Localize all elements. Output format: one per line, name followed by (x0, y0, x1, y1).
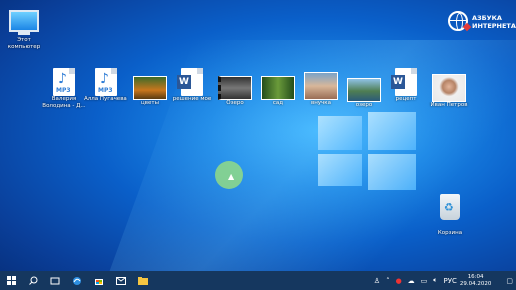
desktop-icon-photo-granddaughter[interactable]: внучка (299, 70, 343, 107)
record-icon[interactable]: ● (396, 277, 402, 285)
brand-line2: ИНТЕРНЕТА (472, 22, 516, 30)
desktop-icon-label: рецепт (395, 96, 417, 102)
mail-icon[interactable] (110, 271, 132, 290)
person-icon[interactable]: ♙ (374, 277, 380, 285)
desktop-icon-photo-ivan[interactable]: Иван Петров (427, 72, 471, 109)
taskbar: ♙ ˄ ● ☁ ▭ 🔈︎ РУС 16:04 29.04.2020 ▢ (0, 271, 516, 290)
brand-line1: АЗБУКА (472, 14, 502, 22)
clock[interactable]: 16:04 29.04.2020 (460, 274, 492, 288)
desktop-icon-label: Иван Петров (430, 102, 468, 108)
clock-time: 16:04 (467, 273, 484, 280)
volume-icon[interactable]: 🔈︎ (433, 276, 437, 285)
desktop-icon-photo-garden[interactable]: сад (256, 74, 300, 107)
desktop-icon-photo-flowers[interactable]: цветы (128, 74, 172, 107)
system-tray: ♙ ˄ ● ☁ ▭ 🔈︎ РУС 16:04 29.04.2020 ▢ (371, 271, 516, 290)
desktop-icon-label: цветы (141, 100, 159, 106)
photo-thumbnail (261, 76, 295, 100)
video-thumbnail (218, 76, 252, 100)
desktop-icon-label: решение мое (172, 96, 212, 102)
cloud-icon[interactable]: ☁ (408, 277, 415, 285)
channel-logo: АЗБУКА ИНТЕРНЕТА (448, 8, 516, 42)
cursor-arrow-icon (462, 22, 472, 32)
edge-browser-icon[interactable] (66, 271, 88, 290)
chevron-up-icon[interactable]: ˄ (386, 277, 390, 285)
photo-thumbnail (432, 74, 466, 102)
language-indicator[interactable]: РУС (444, 277, 457, 285)
desktop-icon-mp3-volodina[interactable]: ♪ MP3 Валерия Володина - Д... (42, 68, 86, 110)
windows-logo-wallpaper (318, 112, 418, 190)
photo-thumbnail (133, 76, 167, 100)
mp3-file-icon: ♪ MP3 (95, 68, 117, 96)
clock-date: 29.04.2020 (459, 280, 492, 287)
windows-start-icon[interactable] (0, 271, 22, 290)
desktop-icon-recycle-bin[interactable]: ♻ Корзина (428, 194, 472, 237)
desktop-icon-label: сад (272, 100, 284, 106)
desktop-icon-word-reshenie[interactable]: W решение мое (170, 68, 214, 103)
desktop-icon-label: Корзина (437, 230, 463, 236)
task-view-icon[interactable] (44, 271, 66, 290)
recycle-bin-icon: ♻ (440, 194, 460, 220)
word-document-icon: W (391, 68, 417, 96)
computer-icon (9, 10, 39, 32)
search-icon[interactable] (22, 271, 44, 290)
mp3-file-icon: ♪ MP3 (53, 68, 75, 96)
desktop-icon-mp3-pugacheva[interactable]: ♪MP3 Алла Пугачева -... (84, 68, 128, 103)
desktop-icon-this-pc[interactable]: Этот компьютер (2, 10, 46, 51)
desktop-icon-video-lake[interactable]: Озеро (213, 74, 257, 107)
file-explorer-icon[interactable] (132, 271, 154, 290)
desktop-icon-label: Валерия Володина - Д... (42, 96, 86, 109)
desktop-icon-label: Алла Пугачева -... (84, 96, 128, 102)
desktop-icon-photo-lake[interactable]: озеро (342, 76, 386, 109)
desktop-icon-word-recipe[interactable]: W рецепт (384, 68, 428, 103)
photo-thumbnail (347, 78, 381, 102)
desktop-icon-label: Озеро (226, 100, 244, 106)
desktop-icon-label: Этот компьютер (7, 37, 41, 50)
mouse-cursor-icon: ▲ (228, 172, 235, 181)
network-icon[interactable]: ▭ (421, 277, 428, 285)
word-document-icon: W (177, 68, 203, 96)
photo-thumbnail (304, 72, 338, 100)
store-icon[interactable] (88, 271, 110, 290)
desktop-icon-label: внучка (310, 100, 332, 106)
notifications-icon[interactable]: ▢ (506, 277, 513, 285)
desktop: Этот компьютер ♪ MP3 Валерия Володина - Д… (0, 0, 516, 290)
desktop-icon-label: озеро (355, 102, 373, 108)
